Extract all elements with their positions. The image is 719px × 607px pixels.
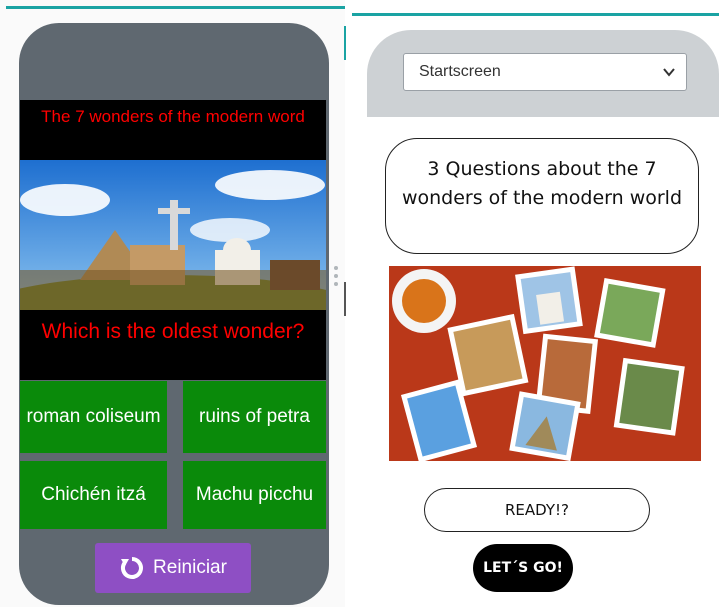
chevron-down-icon <box>662 65 676 79</box>
postcards-collage-image <box>389 266 701 461</box>
restart-label: Reiniciar <box>153 557 227 578</box>
left-panel-edge-marker <box>344 26 346 60</box>
answer-button-1[interactable]: roman coliseum <box>20 381 167 453</box>
left-preview-panel: The 7 wonders of the modern word Which i… <box>0 0 346 607</box>
quiz-phone-frame: The 7 wonders of the modern word Which i… <box>19 23 329 605</box>
answer-button-2[interactable]: ruins of petra <box>183 381 326 453</box>
panel-splitter-handle[interactable] <box>332 262 340 302</box>
intro-text-bubble: 3 Questions about the 7 wonders of the m… <box>385 138 699 254</box>
start-screen-phone-frame: Startscreen 3 Questions about the 7 wond… <box>367 30 719 607</box>
question-text: Which is the oldest wonder? <box>20 310 326 380</box>
screen-select[interactable]: Startscreen <box>403 53 687 91</box>
screen-header: Startscreen <box>367 30 719 117</box>
restart-button[interactable]: Reiniciar <box>95 543 251 593</box>
panel-divider <box>344 282 346 316</box>
answer-button-3[interactable]: Chichén itzá <box>20 461 167 529</box>
lets-go-button[interactable]: LET´S GO! <box>473 544 573 592</box>
ready-label: READY!? <box>424 488 650 532</box>
answer-button-4[interactable]: Machu picchu <box>183 461 326 529</box>
left-panel-top-border <box>6 6 345 9</box>
refresh-icon <box>119 555 145 581</box>
quiz-title: The 7 wonders of the modern word <box>20 100 326 160</box>
screen-select-value: Startscreen <box>419 63 501 80</box>
right-panel-top-border <box>352 13 719 16</box>
wonders-collage-image <box>20 160 326 310</box>
